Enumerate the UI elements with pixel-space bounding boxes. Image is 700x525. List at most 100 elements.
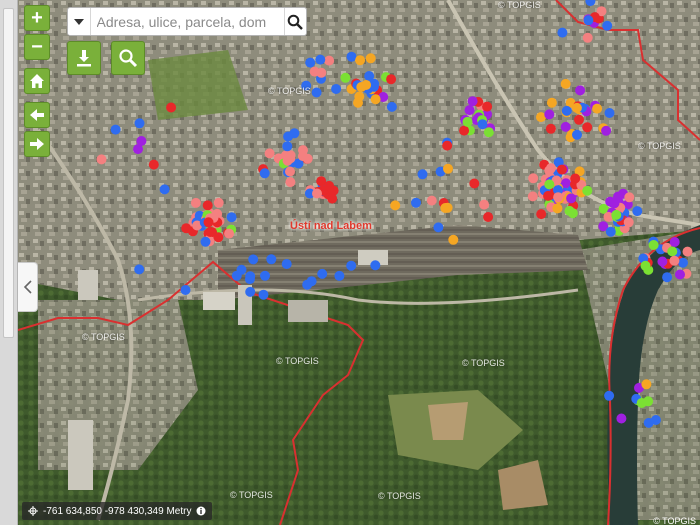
map-marker[interactable]: [224, 228, 235, 239]
map-marker[interactable]: [264, 148, 275, 159]
download-tool-button[interactable]: [67, 41, 101, 75]
map-marker[interactable]: [560, 121, 571, 132]
map-marker[interactable]: [365, 53, 376, 64]
map-marker[interactable]: [571, 102, 582, 113]
map-marker[interactable]: [552, 203, 563, 214]
map-marker[interactable]: [417, 169, 428, 180]
map-marker[interactable]: [370, 94, 381, 105]
map-marker[interactable]: [616, 413, 627, 424]
map-marker[interactable]: [477, 119, 488, 130]
map-marker[interactable]: [483, 127, 494, 138]
home-button[interactable]: [24, 68, 50, 94]
map-marker[interactable]: [331, 84, 342, 94]
map-marker[interactable]: [136, 136, 147, 146]
map-marker[interactable]: [527, 191, 538, 202]
map-marker[interactable]: [675, 269, 685, 280]
map-marker[interactable]: [134, 264, 145, 275]
map-marker[interactable]: [556, 164, 567, 175]
map-marker[interactable]: [469, 178, 480, 189]
map-marker[interactable]: [386, 74, 397, 85]
map-marker[interactable]: [604, 108, 615, 118]
map-marker[interactable]: [667, 246, 678, 257]
map-marker[interactable]: [324, 180, 335, 191]
map-marker[interactable]: [244, 274, 255, 285]
map-marker[interactable]: [442, 140, 453, 151]
map-marker[interactable]: [298, 145, 308, 156]
map-marker[interactable]: [467, 96, 478, 107]
map-marker[interactable]: [166, 102, 177, 113]
map-marker[interactable]: [624, 192, 635, 203]
map-marker[interactable]: [315, 54, 326, 65]
map-marker[interactable]: [546, 163, 556, 174]
map-marker[interactable]: [190, 197, 201, 208]
map-marker[interactable]: [181, 223, 192, 234]
map-canvas[interactable]: © TOPGIS © TOPGIS © TOPGIS © TOPGIS © TO…: [18, 0, 700, 525]
map-marker[interactable]: [426, 195, 437, 206]
map-marker[interactable]: [311, 87, 322, 98]
map-marker[interactable]: [306, 276, 317, 287]
map-marker[interactable]: [543, 190, 554, 201]
map-marker[interactable]: [545, 123, 556, 134]
map-marker[interactable]: [245, 286, 256, 297]
map-marker[interactable]: [479, 199, 490, 210]
map-marker[interactable]: [236, 264, 247, 275]
map-marker[interactable]: [464, 105, 475, 116]
map-marker[interactable]: [669, 255, 680, 266]
map-marker[interactable]: [390, 200, 401, 211]
map-marker[interactable]: [305, 57, 316, 68]
map-marker[interactable]: [601, 125, 612, 136]
map-marker[interactable]: [226, 212, 237, 223]
info-icon[interactable]: [196, 506, 206, 516]
map-marker[interactable]: [536, 209, 547, 220]
map-marker[interactable]: [213, 232, 224, 243]
map-marker[interactable]: [575, 85, 586, 96]
map-marker[interactable]: [259, 168, 270, 179]
map-marker[interactable]: [355, 55, 366, 66]
map-marker[interactable]: [443, 163, 453, 174]
map-marker[interactable]: [148, 159, 159, 170]
map-marker[interactable]: [440, 203, 451, 213]
map-marker[interactable]: [582, 185, 593, 196]
map-marker[interactable]: [448, 234, 459, 245]
map-marker[interactable]: [632, 206, 643, 217]
map-marker[interactable]: [386, 101, 397, 112]
map-marker[interactable]: [640, 260, 651, 271]
map-marker[interactable]: [281, 259, 292, 269]
zoom-out-button[interactable]: −: [24, 34, 50, 60]
search-input[interactable]: [90, 8, 284, 35]
map-marker[interactable]: [611, 209, 622, 220]
map-marker[interactable]: [462, 116, 473, 127]
map-marker[interactable]: [334, 270, 345, 281]
scrollbar-thumb[interactable]: [3, 8, 14, 338]
map-marker[interactable]: [285, 153, 296, 164]
panel-toggle[interactable]: [18, 262, 38, 312]
map-marker[interactable]: [356, 82, 367, 92]
map-marker[interactable]: [483, 212, 494, 222]
zoom-tool-button[interactable]: [111, 41, 145, 75]
map-marker[interactable]: [553, 192, 564, 203]
map-marker[interactable]: [583, 15, 594, 26]
zoom-in-button[interactable]: +: [24, 5, 50, 31]
map-marker[interactable]: [602, 20, 613, 31]
map-marker[interactable]: [258, 289, 269, 300]
map-marker[interactable]: [657, 256, 668, 267]
map-marker[interactable]: [564, 205, 575, 216]
map-marker[interactable]: [159, 184, 170, 195]
map-marker[interactable]: [134, 118, 145, 129]
map-marker[interactable]: [544, 179, 555, 190]
map-marker[interactable]: [636, 398, 647, 408]
map-marker[interactable]: [316, 67, 327, 78]
map-marker[interactable]: [561, 105, 572, 116]
map-marker[interactable]: [340, 72, 351, 83]
map-marker[interactable]: [96, 154, 107, 165]
map-marker[interactable]: [346, 51, 357, 62]
map-marker[interactable]: [282, 141, 293, 152]
map-marker[interactable]: [574, 114, 584, 125]
map-marker[interactable]: [582, 122, 593, 133]
map-marker[interactable]: [180, 285, 191, 295]
map-marker[interactable]: [370, 260, 381, 271]
map-marker[interactable]: [202, 200, 213, 211]
map-marker[interactable]: [433, 222, 444, 233]
map-marker[interactable]: [482, 101, 493, 112]
map-marker[interactable]: [641, 379, 652, 390]
